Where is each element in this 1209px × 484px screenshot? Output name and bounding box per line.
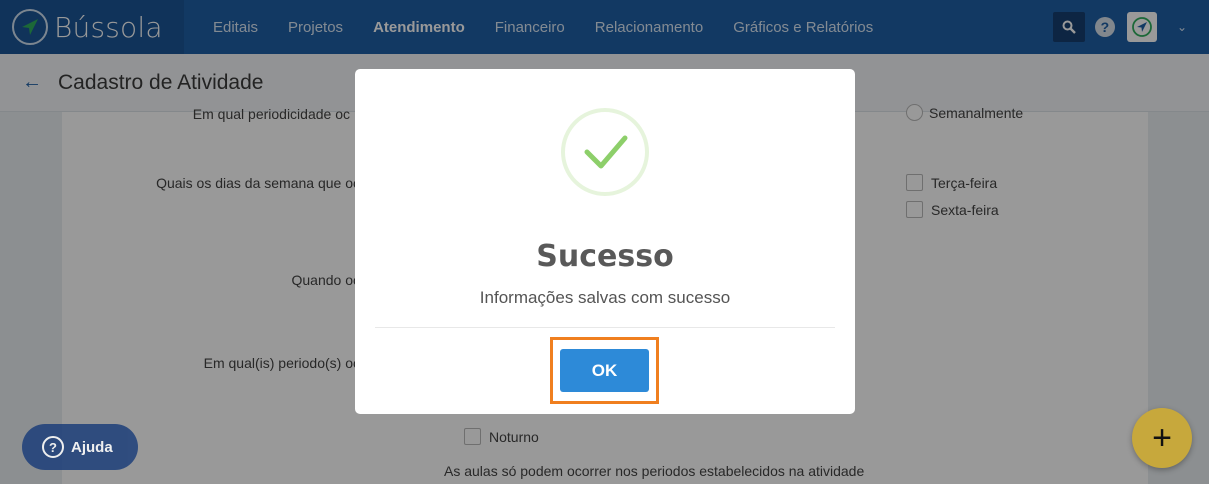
success-dialog: Sucesso Informações salvas com sucesso O… xyxy=(355,69,855,414)
dialog-message: Informações salvas com sucesso xyxy=(479,288,731,307)
help-float-button[interactable]: ? Ajuda xyxy=(22,424,138,470)
dialog-title: Sucesso xyxy=(536,239,674,274)
ok-button[interactable]: OK xyxy=(560,349,649,392)
check-icon xyxy=(561,108,649,196)
add-float-button[interactable]: + xyxy=(1132,408,1192,468)
plus-icon: + xyxy=(1152,418,1172,457)
question-icon: ? xyxy=(42,436,64,458)
dialog-divider xyxy=(375,327,835,328)
help-label: Ajuda xyxy=(71,438,113,456)
